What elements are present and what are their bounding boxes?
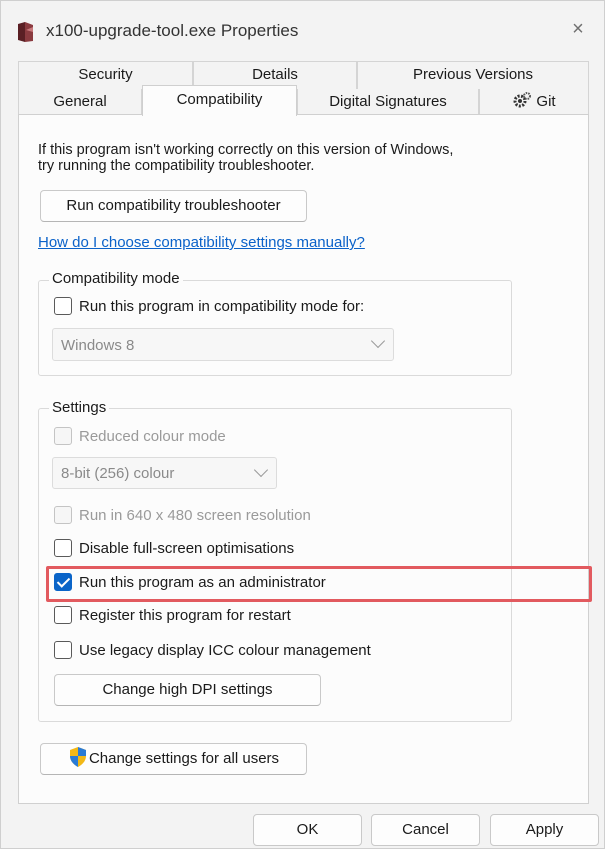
legacy-icc-checkbox[interactable] — [54, 641, 72, 659]
compatibility-mode-label: Run this program in compatibility mode f… — [79, 298, 365, 315]
tab-previous-versions[interactable]: Previous Versions — [357, 61, 589, 89]
tab-label: General — [53, 93, 107, 110]
intro-text: If this program isn't working correctly … — [38, 142, 453, 174]
fullscreen-optimisations-checkbox[interactable] — [54, 539, 72, 557]
cancel-button[interactable]: Cancel — [371, 814, 480, 846]
tab-label: Compatibility — [176, 91, 263, 108]
run-as-admin-label: Run this program as an administrator — [79, 574, 326, 591]
git-gear-icon — [513, 92, 532, 108]
run-troubleshooter-button[interactable]: Run compatibility troubleshooter — [40, 190, 307, 222]
tab-label: Security — [78, 66, 133, 83]
tab-digital-signatures[interactable]: Digital Signatures — [297, 89, 479, 115]
reduced-colour-label: Reduced colour mode — [79, 428, 226, 445]
compatibility-mode-legend: Compatibility mode — [49, 270, 183, 287]
os-version-select[interactable]: Windows 8 — [52, 328, 394, 361]
legacy-icc-label: Use legacy display ICC colour management — [79, 642, 371, 659]
tab-label: Git — [536, 93, 556, 110]
close-icon: × — [572, 18, 584, 40]
properties-window: x100-upgrade-tool.exe Properties × Secur… — [0, 0, 605, 849]
apply-button[interactable]: Apply — [490, 814, 599, 846]
change-all-users-button[interactable]: Change settings for all users — [40, 743, 307, 775]
colour-depth-value: 8-bit (256) colour — [61, 465, 175, 482]
intro-line-1: If this program isn't working correctly … — [38, 142, 454, 158]
register-restart-checkbox[interactable] — [54, 606, 72, 624]
ok-button[interactable]: OK — [253, 814, 362, 846]
run-as-admin-checkbox[interactable] — [54, 573, 72, 591]
colour-depth-select[interactable]: 8-bit (256) colour — [52, 457, 277, 489]
os-version-value: Windows 8 — [61, 337, 135, 354]
reduced-colour-checkbox[interactable] — [54, 427, 72, 445]
chevron-down-icon — [370, 333, 386, 349]
app-icon — [18, 22, 33, 42]
tab-label: Details — [252, 66, 298, 83]
resolution-640-checkbox[interactable] — [54, 506, 72, 524]
title-bar: x100-upgrade-tool.exe Properties × — [1, 1, 604, 59]
tab-label: Digital Signatures — [329, 93, 447, 110]
tab-label: Previous Versions — [412, 66, 534, 83]
fullscreen-optimisations-label: Disable full-screen optimisations — [79, 540, 295, 557]
settings-legend: Settings — [49, 399, 110, 416]
manual-settings-link[interactable]: How do I choose compatibility settings m… — [38, 234, 365, 251]
tab-general[interactable]: General — [18, 89, 142, 115]
change-all-users-label: Change settings for all users — [88, 750, 280, 767]
close-button[interactable]: × — [564, 15, 592, 43]
tab-git[interactable]: Git — [479, 89, 589, 115]
chevron-down-icon — [253, 462, 269, 478]
register-restart-label: Register this program for restart — [79, 607, 291, 624]
shield-icon — [69, 747, 86, 767]
intro-line-2: try running the compatibility troublesho… — [38, 158, 315, 174]
resolution-640-label: Run in 640 x 480 screen resolution — [79, 507, 311, 524]
compatibility-mode-checkbox[interactable] — [54, 297, 72, 315]
change-dpi-button[interactable]: Change high DPI settings — [54, 674, 321, 706]
tab-compatibility[interactable]: Compatibility — [142, 85, 297, 116]
window-title: x100-upgrade-tool.exe Properties — [46, 21, 299, 40]
